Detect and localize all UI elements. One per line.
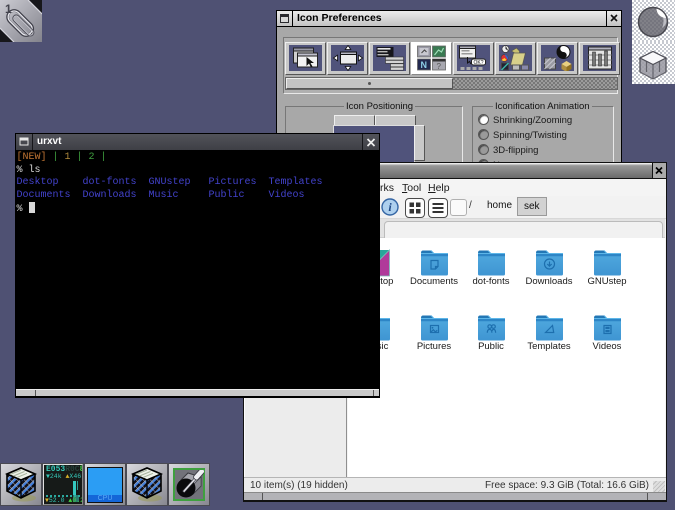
svg-text:N: N — [420, 60, 427, 70]
svg-text:1: 1 — [5, 2, 12, 16]
svg-text:OK?: OK? — [473, 60, 483, 66]
svg-text:?: ? — [436, 62, 441, 71]
